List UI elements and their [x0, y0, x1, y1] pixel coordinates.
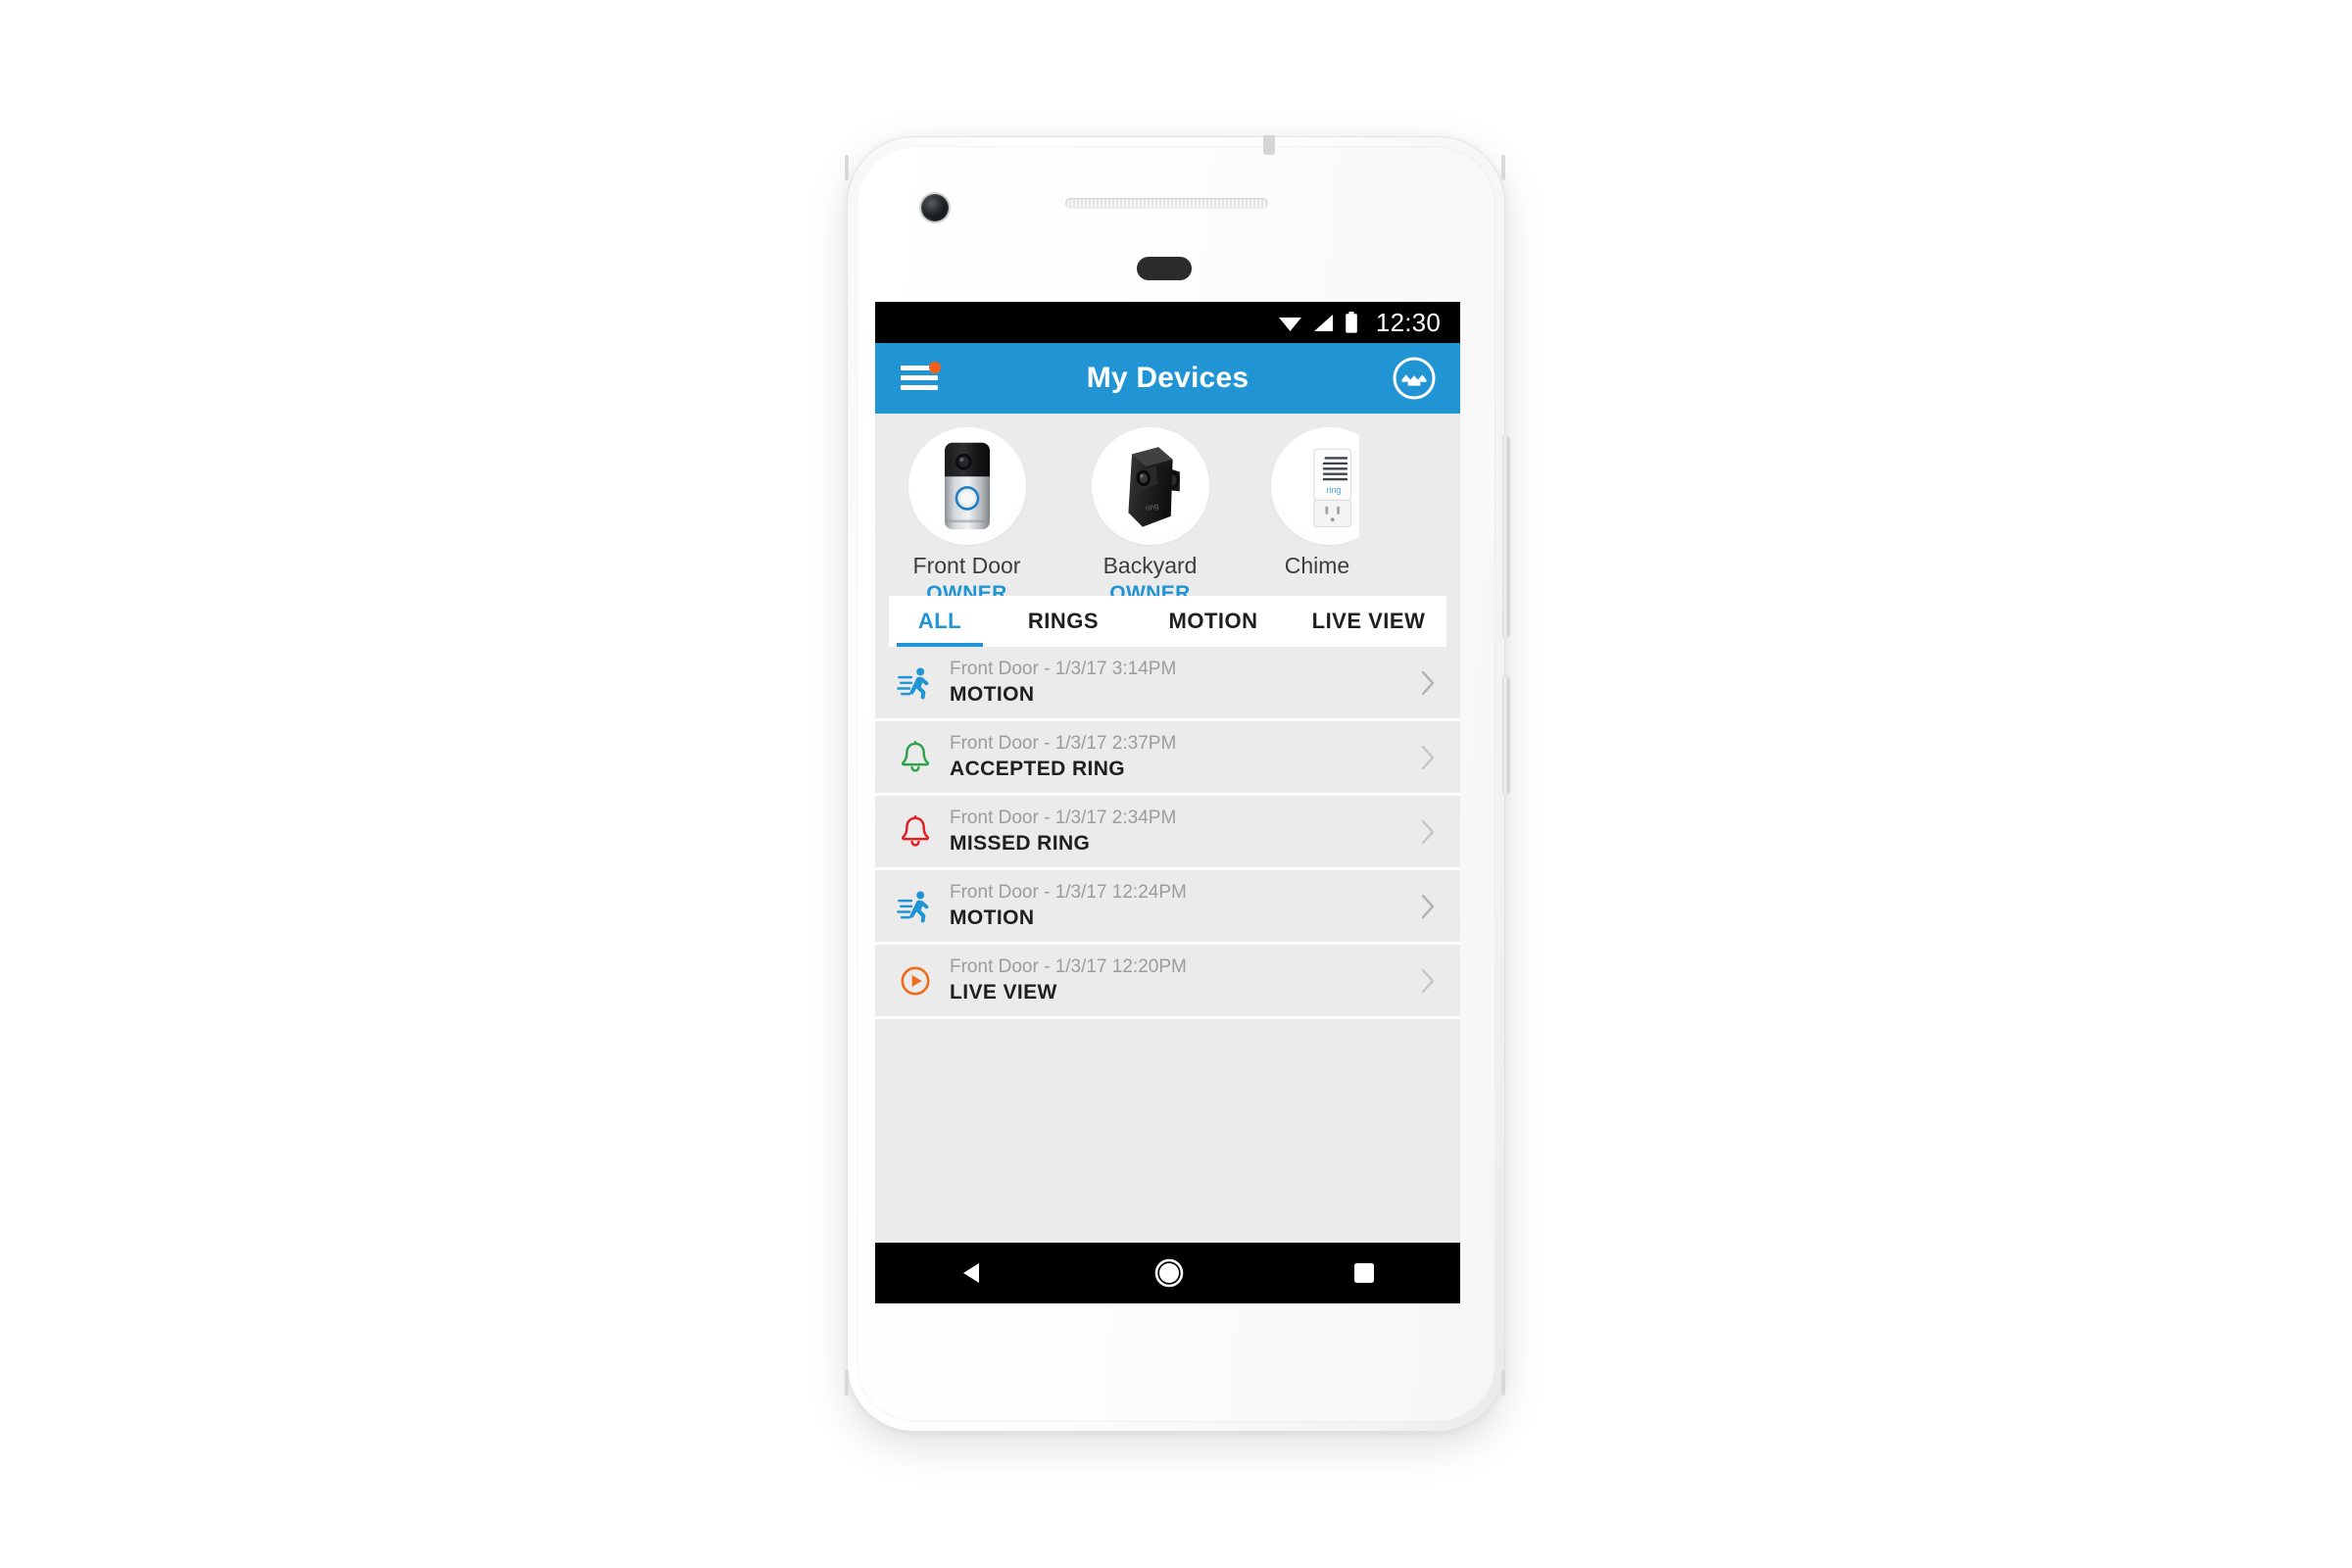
- page-title: My Devices: [1086, 362, 1250, 394]
- device-name: Backyard: [1102, 553, 1198, 578]
- notification-badge: [929, 362, 941, 373]
- hamburger-menu-icon[interactable]: [901, 362, 941, 393]
- event-history-list[interactable]: Front Door - 1/3/17 3:14PM MOTION Front …: [875, 647, 1460, 1019]
- hamburger-bar: [901, 385, 938, 390]
- device-card-backyard[interactable]: ring Backyard OWNER: [1058, 427, 1242, 596]
- table-row[interactable]: Front Door - 1/3/17 12:24PM MOTION: [875, 870, 1460, 945]
- bell-missed-icon: [893, 814, 938, 850]
- battery-full-icon: [1345, 312, 1358, 333]
- live-view-play-icon: [893, 965, 938, 997]
- event-text-block: Front Door - 1/3/17 12:24PM MOTION: [938, 881, 1415, 932]
- device-thumbnail: [907, 427, 1026, 545]
- table-row[interactable]: Front Door - 1/3/17 3:14PM MOTION: [875, 647, 1460, 721]
- event-meta: Front Door - 1/3/17 3:14PM: [950, 658, 1177, 679]
- app-header-bar: My Devices: [875, 343, 1460, 414]
- video-doorbell-icon: [944, 442, 990, 530]
- event-filter-tabs[interactable]: ALL RINGS MOTION LIVE VIEW: [889, 596, 1446, 647]
- event-meta: Front Door - 1/3/17 12:20PM: [950, 956, 1187, 977]
- event-type: MOTION: [950, 683, 1035, 707]
- front-camera-icon: [921, 194, 949, 221]
- tab-rings[interactable]: RINGS: [991, 596, 1136, 647]
- tab-motion[interactable]: MOTION: [1136, 596, 1291, 647]
- event-type: MISSED RING: [950, 832, 1091, 856]
- device-card-chime[interactable]: ring Chime: [1242, 427, 1359, 578]
- chevron-right-icon[interactable]: [1415, 669, 1441, 697]
- antenna-notch-top-right: [1501, 155, 1505, 180]
- volume-rocker-button[interactable]: [1502, 676, 1509, 794]
- stick-up-cam-icon: ring: [1127, 447, 1180, 527]
- device-thumbnail: ring: [1271, 427, 1359, 545]
- ring-logo-icon[interactable]: [1392, 356, 1437, 401]
- event-type: MOTION: [950, 906, 1035, 930]
- event-type: ACCEPTED RING: [950, 758, 1126, 781]
- tab-live-view[interactable]: LIVE VIEW: [1291, 596, 1446, 647]
- svg-text:ring: ring: [1326, 485, 1341, 495]
- recents-square-icon[interactable]: [1351, 1260, 1377, 1286]
- event-meta: Front Door - 1/3/17 2:34PM: [950, 807, 1177, 828]
- tab-all[interactable]: ALL: [889, 596, 991, 647]
- motion-running-icon: [893, 666, 938, 700]
- antenna-band: [1263, 135, 1275, 155]
- back-triangle-icon[interactable]: [958, 1258, 988, 1288]
- phone-device: 12:30 My Devices Front Door OWNER ring B…: [845, 135, 1509, 1431]
- antenna-notch-top-left: [845, 155, 849, 180]
- event-type: LIVE VIEW: [950, 981, 1057, 1004]
- hamburger-bar: [901, 375, 938, 380]
- home-circle-icon[interactable]: [1153, 1257, 1185, 1289]
- chevron-right-icon[interactable]: [1415, 893, 1441, 920]
- event-text-block: Front Door - 1/3/17 2:37PM ACCEPTED RING: [938, 732, 1415, 783]
- device-role-badge: OWNER: [926, 582, 1007, 596]
- phone-screen: 12:30 My Devices Front Door OWNER ring B…: [875, 302, 1460, 1303]
- device-name: Front Door: [912, 553, 1021, 578]
- event-text-block: Front Door - 1/3/17 2:34PM MISSED RING: [938, 807, 1415, 858]
- antenna-notch-bottom-right: [1501, 1370, 1505, 1396]
- device-role-badge: OWNER: [1109, 582, 1191, 596]
- chevron-right-icon[interactable]: [1415, 967, 1441, 995]
- chevron-right-icon[interactable]: [1415, 744, 1441, 771]
- cellular-signal-icon: [1312, 314, 1334, 332]
- device-thumbnail: ring: [1091, 427, 1209, 545]
- table-row[interactable]: Front Door - 1/3/17 2:34PM MISSED RING: [875, 796, 1460, 870]
- bell-accepted-icon: [893, 740, 938, 775]
- table-row[interactable]: Front Door - 1/3/17 2:37PM ACCEPTED RING: [875, 721, 1460, 796]
- android-status-bar: 12:30: [875, 302, 1460, 343]
- wifi-icon: [1279, 314, 1301, 332]
- antenna-notch-bottom-left: [845, 1370, 849, 1396]
- device-carousel[interactable]: Front Door OWNER ring Backyard OWNER rin…: [875, 414, 1460, 596]
- motion-running-icon: [893, 890, 938, 923]
- android-navigation-bar[interactable]: [875, 1243, 1460, 1303]
- device-name: Chime: [1284, 553, 1350, 578]
- chime-icon: ring: [1313, 448, 1352, 527]
- event-text-block: Front Door - 1/3/17 3:14PM MOTION: [938, 658, 1415, 709]
- status-bar-clock: 12:30: [1375, 308, 1441, 337]
- table-row[interactable]: Front Door - 1/3/17 12:20PM LIVE VIEW: [875, 945, 1460, 1019]
- event-meta: Front Door - 1/3/17 12:24PM: [950, 881, 1187, 903]
- event-text-block: Front Door - 1/3/17 12:20PM LIVE VIEW: [938, 956, 1415, 1006]
- power-button[interactable]: [1502, 436, 1509, 637]
- event-meta: Front Door - 1/3/17 2:37PM: [950, 732, 1177, 754]
- earpiece-speaker: [1065, 198, 1268, 209]
- device-card-front-door[interactable]: Front Door OWNER: [875, 427, 1058, 596]
- chevron-right-icon[interactable]: [1415, 818, 1441, 846]
- proximity-sensor: [1137, 257, 1192, 280]
